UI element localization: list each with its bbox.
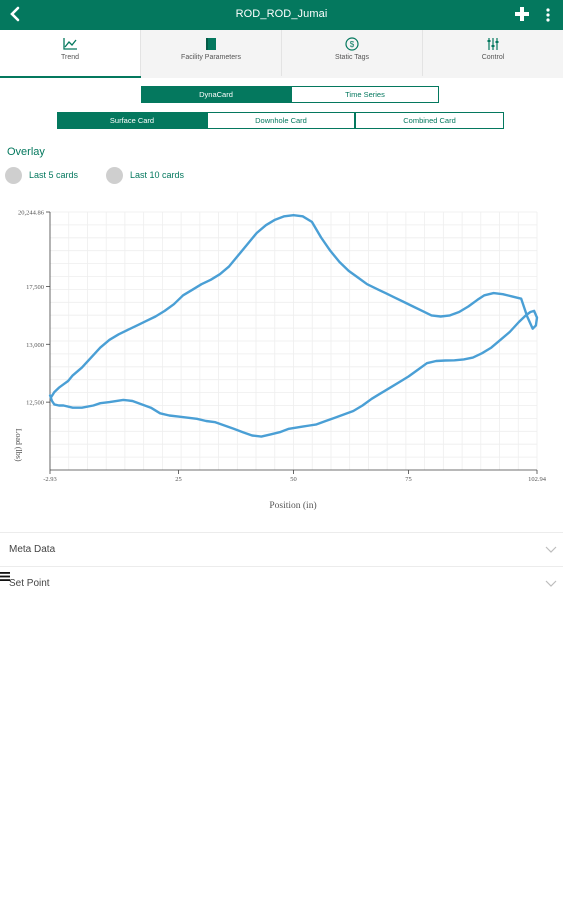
- tab-label: Static Tags: [334, 54, 370, 61]
- app-bar: ROD_ROD_Jumai: [0, 0, 563, 30]
- y-tick-label: 20,244.86: [18, 210, 45, 217]
- svg-text:$: $: [350, 40, 355, 49]
- set-point-label: Set Point: [9, 578, 50, 589]
- tab-static-tags[interactable]: $ Static Tags: [282, 30, 423, 76]
- x-axis-label: Position (in): [269, 500, 316, 511]
- x-tick-label: 25: [175, 476, 182, 483]
- meta-data-label: Meta Data: [9, 544, 56, 555]
- last-5-cards-label[interactable]: Last 5 cards: [29, 170, 78, 180]
- menu-icon[interactable]: [0, 572, 10, 581]
- x-tick-label: 75: [405, 476, 412, 483]
- control-icon: [487, 38, 499, 50]
- tab-facility-parameters[interactable]: Facility Parameters: [141, 30, 282, 76]
- dollar-icon: $: [345, 37, 359, 51]
- y-tick-label: 12,500: [26, 400, 44, 407]
- add-icon[interactable]: [514, 6, 530, 22]
- tab-control[interactable]: Control: [423, 30, 563, 76]
- dynacard-chart: -2.93 25 50 75 102.94 12,500 13,000 17,500 20,24…: [14, 210, 547, 512]
- y-tick-label: 17,500: [26, 284, 44, 291]
- tab-label: Facility Parameters: [181, 54, 241, 61]
- segment-downhole-card[interactable]: Downhole Card: [207, 112, 355, 129]
- segment-dynacard[interactable]: DynaCard: [141, 86, 291, 103]
- x-tick-label: 50: [290, 476, 297, 483]
- active-tab-indicator: [0, 76, 141, 78]
- tab-bar: Trend Facility Parameters $ Static Tags …: [0, 30, 563, 78]
- page-title: ROD_ROD_Jumai: [235, 8, 328, 20]
- x-tick-label: -2.93: [43, 476, 57, 483]
- set-point-row[interactable]: Set Point: [0, 566, 563, 601]
- chevron-down-icon: [545, 580, 557, 587]
- more-vertical-icon[interactable]: [543, 7, 553, 23]
- last-5-cards-radio[interactable]: [5, 167, 22, 184]
- last-10-cards-radio[interactable]: [106, 167, 123, 184]
- x-tick-label: 102.94: [528, 476, 547, 483]
- overlay-label: Overlay: [7, 146, 45, 158]
- trend-icon: [63, 38, 77, 50]
- segment-combined-card[interactable]: Combined Card: [355, 112, 504, 129]
- tab-label: Control: [481, 54, 505, 61]
- meta-data-row[interactable]: Meta Data: [0, 532, 563, 567]
- y-tick-label: 13,000: [26, 342, 44, 349]
- last-10-cards-label[interactable]: Last 10 cards: [130, 170, 184, 180]
- book-icon: [206, 38, 216, 50]
- y-axis-label: Load (lbs): [14, 428, 23, 461]
- chevron-down-icon: [545, 546, 557, 553]
- segment-surface-card[interactable]: Surface Card: [57, 112, 207, 129]
- tab-trend[interactable]: Trend: [0, 30, 141, 76]
- chart-grid: [49, 211, 538, 471]
- segment-time-series[interactable]: Time Series: [291, 86, 439, 103]
- tab-label: Trend: [60, 54, 80, 61]
